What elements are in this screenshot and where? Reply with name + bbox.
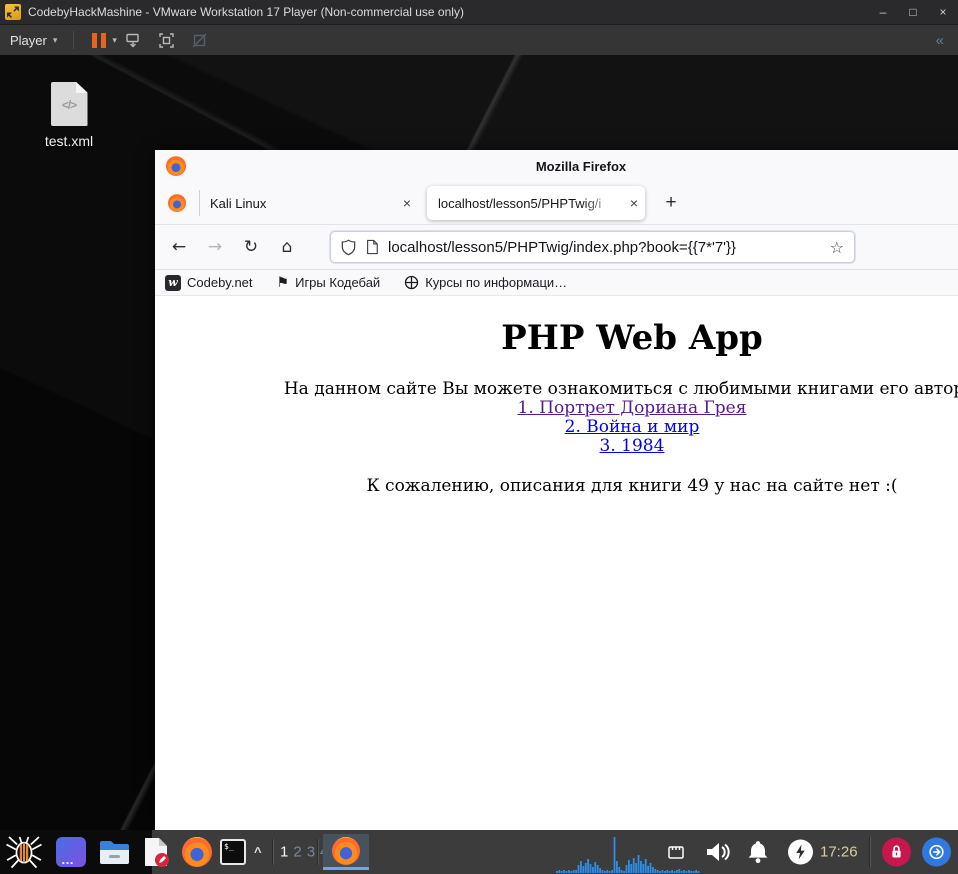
home-button[interactable]: ⌂: [269, 237, 305, 257]
vm-screen: CodebyHackMashine - VMware Workstation 1…: [0, 0, 958, 874]
logout-button[interactable]: [922, 837, 951, 867]
lock-screen-button[interactable]: [882, 837, 911, 867]
book-link-2[interactable]: 2. Война и мир: [565, 417, 700, 437]
bookmarks-toolbar: w Codeby.net ⚑ Игры Кодебай Курсы по инф…: [155, 270, 958, 296]
text-editor-launcher[interactable]: [141, 836, 171, 868]
panel-expand-button[interactable]: ^: [254, 845, 262, 860]
text-editor-icon: [145, 838, 169, 867]
tab-localhost-phptwig[interactable]: localhost/lesson5/PHPTwig/i ×: [427, 186, 645, 220]
fullscreen-icon[interactable]: [157, 31, 176, 50]
web-page-content: PHP Web App На данном сайте Вы можете оз…: [155, 297, 958, 830]
toolbar-divider: [73, 31, 75, 49]
file-manager-launcher[interactable]: [98, 838, 131, 866]
close-button[interactable]: ×: [928, 0, 958, 24]
chevron-down-icon: ▾: [52, 34, 58, 45]
vmware-player-icon: [5, 4, 21, 20]
firefox-window: Mozilla Firefox Kali Linux × localhost/l…: [155, 150, 958, 830]
tab-favicon-firefox: [168, 194, 186, 212]
player-menu[interactable]: Player ▾: [0, 33, 65, 48]
bookmark-star-icon[interactable]: ☆: [830, 238, 844, 257]
suspend-vm-button[interactable]: [92, 32, 107, 48]
codeby-favicon: w: [165, 274, 181, 291]
new-tab-button[interactable]: +: [658, 192, 684, 214]
suspend-options-caret[interactable]: ▾: [112, 35, 117, 46]
shield-permissions-icon[interactable]: [341, 238, 356, 256]
send-ctrl-alt-del-icon[interactable]: [124, 31, 143, 50]
desktop-file-test-xml[interactable]: </> test.xml: [38, 82, 100, 151]
tab-bar: Kali Linux × localhost/lesson5/PHPTwig/i…: [155, 182, 958, 225]
ethernet-status-icon[interactable]: [666, 842, 686, 862]
taskbar-panel: … $_ ^ 1 2 3 17:26: [0, 830, 958, 874]
tab-kali-linux[interactable]: Kali Linux ×: [200, 195, 418, 211]
workspace-switcher[interactable]: 1 2 3 4: [280, 844, 328, 861]
close-tab-icon[interactable]: ×: [396, 195, 418, 211]
bookmark-codeby-net[interactable]: w Codeby.net: [165, 274, 253, 291]
vmware-toolbar: Player ▾ ▾ «: [0, 24, 958, 55]
page-message-text: К сожалению, описания для книги 49 у нас…: [366, 476, 898, 496]
app-drawer-launcher[interactable]: …: [56, 837, 86, 867]
page-intro-text: На данном сайте Вы можете ознакомиться с…: [283, 379, 958, 399]
url-bar[interactable]: localhost/lesson5/PHPTwig/index.php?book…: [330, 231, 855, 263]
lock-icon: [892, 845, 901, 858]
navigation-toolbar: ← → ↻ ⌂ localhost/lesson5/PHPTwig/index.…: [155, 225, 958, 270]
terminal-launcher[interactable]: $_: [220, 839, 246, 865]
clock[interactable]: 17:26: [820, 844, 858, 861]
vmware-titlebar: CodebyHackMashine - VMware Workstation 1…: [0, 0, 958, 24]
workspace-1[interactable]: 1: [280, 844, 288, 861]
url-input[interactable]: localhost/lesson5/PHPTwig/index.php?book…: [388, 239, 821, 256]
workspace-3[interactable]: 3: [307, 844, 315, 861]
xml-file-icon: </>: [50, 82, 88, 126]
reload-button[interactable]: ↻: [233, 237, 269, 257]
page-info-icon[interactable]: [365, 239, 379, 255]
bookmark-igry-codebay[interactable]: ⚑ Игры Кодебай: [277, 275, 381, 291]
book-link-3[interactable]: 3. 1984: [600, 436, 665, 456]
firefox-titlebar[interactable]: Mozilla Firefox: [155, 150, 958, 182]
bookmark-kursy[interactable]: Курсы по информаци…: [404, 275, 567, 290]
page-title: PHP Web App: [501, 318, 763, 358]
file-label: test.xml: [44, 133, 94, 149]
firefox-launcher[interactable]: [182, 837, 212, 867]
unity-mode-icon: [190, 31, 209, 50]
folder-icon: [100, 841, 129, 864]
firefox-logo-icon: [166, 156, 186, 176]
kali-desktop: </> test.xml Mozilla Firefox Kali Linux …: [0, 55, 958, 830]
firefox-logo-icon: [332, 836, 360, 865]
firefox-task-button[interactable]: [323, 834, 369, 870]
panel-divider: [317, 839, 319, 865]
book-link-1[interactable]: 1. Портрет Дориана Грея: [518, 398, 747, 418]
firefox-window-title: Mozilla Firefox: [535, 158, 627, 174]
collapse-toolbar-button[interactable]: «: [936, 32, 944, 49]
volume-icon[interactable]: [704, 840, 734, 864]
window-title: CodebyHackMashine - VMware Workstation 1…: [28, 5, 464, 19]
panel-divider: [869, 837, 871, 867]
close-tab-icon[interactable]: ×: [623, 195, 645, 211]
firefox-logo-icon: [182, 837, 212, 867]
notifications-bell-icon[interactable]: [745, 839, 771, 865]
app-drawer-icon: …: [56, 837, 86, 867]
power-manager-icon[interactable]: [788, 839, 813, 865]
back-button[interactable]: ←: [161, 237, 197, 257]
flag-icon: ⚑: [276, 274, 290, 291]
minimize-button[interactable]: –: [868, 0, 898, 24]
terminal-icon: $_: [220, 839, 246, 865]
workspace-2[interactable]: 2: [293, 844, 301, 861]
globe-icon: [405, 275, 419, 290]
panel-divider: [272, 839, 274, 865]
maximize-button[interactable]: □: [898, 0, 928, 24]
zap-spider-launcher[interactable]: [4, 832, 44, 872]
forward-button[interactable]: →: [197, 237, 233, 257]
logout-arrow-icon: [929, 844, 944, 860]
